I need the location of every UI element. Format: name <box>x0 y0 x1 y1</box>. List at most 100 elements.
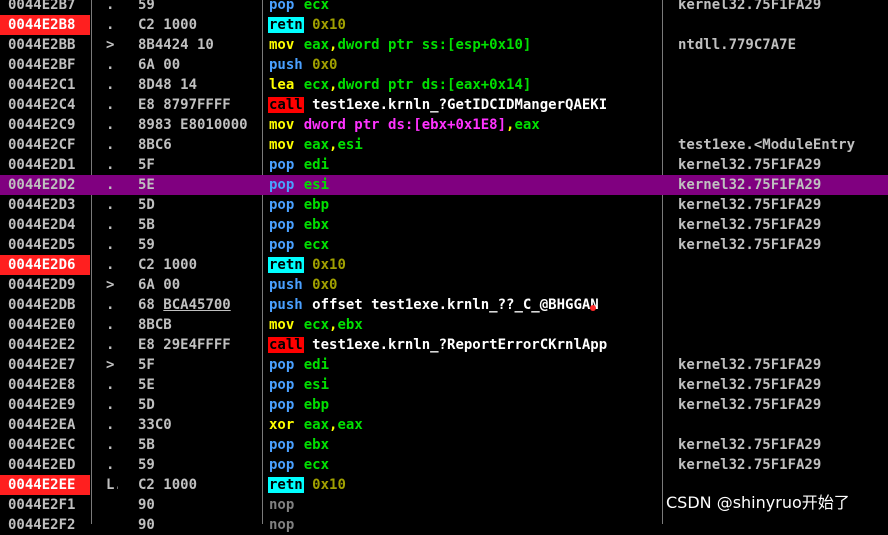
instruction-row[interactable]: 0044E2E2. E8 29E4FFFF call test1exe.krnln_… <box>0 335 888 355</box>
instruction-row[interactable]: 0044E2C9. 8983 E8010000 mov dword ptr ds:[… <box>0 115 888 135</box>
disassembly-text[interactable]: pop esi <box>268 175 661 195</box>
hex-bytes-text: 59 <box>138 0 155 13</box>
hex-bytes-text: 8BC6 <box>138 137 172 153</box>
instruction-row[interactable]: 0044E2F2 90 nop <box>0 515 888 535</box>
breakpoint-address[interactable]: 0044E2B8 <box>0 15 90 35</box>
jump-marker: . <box>106 417 115 433</box>
mnemonic: pop <box>269 217 295 233</box>
instruction-address[interactable]: 0044E2E9 <box>8 395 88 415</box>
operand: edi <box>303 357 330 373</box>
instruction-row[interactable]: 0044E2B8. C2 1000 retn 0x10 <box>0 15 888 35</box>
instruction-address[interactable]: 0044E2D4 <box>8 215 88 235</box>
instruction-row[interactable]: 0044E2D1. 5F pop edi kernel32.75F1FA29 <box>0 155 888 175</box>
instruction-row[interactable]: 0044E2BF. 6A 00 push 0x0 <box>0 55 888 75</box>
watermark: CSDN @shinyruo开始了 <box>666 493 850 512</box>
instruction-address[interactable]: 0044E2D3 <box>8 195 88 215</box>
disassembly-text[interactable]: pop ecx <box>268 235 661 255</box>
disassembly-text[interactable]: pop ecx <box>268 0 661 15</box>
disassembly-text[interactable]: pop ebx <box>268 215 661 235</box>
instruction-row[interactable]: 0044E2D6. C2 1000 retn 0x10 <box>0 255 888 275</box>
mnemonic: mov <box>269 117 295 133</box>
disassembly-text[interactable]: pop ecx <box>268 455 661 475</box>
operand: 0x10 <box>312 477 346 493</box>
jump-marker: . <box>106 437 115 453</box>
disassembly-text[interactable]: retn 0x10 <box>268 15 661 35</box>
disassembly-text[interactable]: nop <box>268 515 661 535</box>
breakpoint-address[interactable]: 0044E2EE <box>0 475 90 495</box>
instruction-address[interactable]: 0044E2EA <box>8 415 88 435</box>
selected-instruction-row[interactable]: 0044E2D2. 5E pop esi kernel32.75F1FA29 <box>0 175 888 195</box>
instruction-row[interactable]: 0044E2D3. 5D pop ebp kernel32.75F1FA29 <box>0 195 888 215</box>
instruction-address[interactable]: 0044E2ED <box>8 455 88 475</box>
disassembly-text[interactable]: mov eax,dword ptr ss:[esp+0x10] <box>268 35 661 55</box>
jump-marker: . <box>106 297 115 313</box>
instruction-row[interactable]: 0044E2DB. 68 BCA45700 push offset test1exe… <box>0 295 888 315</box>
disassembly-text[interactable]: call test1exe.krnln_?GetIDCIDMangerQAEKI <box>268 95 661 115</box>
instruction-address[interactable]: 0044E2C1 <box>8 75 88 95</box>
hex-bytes: 33C0 <box>138 415 260 435</box>
instruction-row[interactable]: 0044E2D4. 5B pop ebx kernel32.75F1FA29 <box>0 215 888 235</box>
instruction-address[interactable]: 0044E2E2 <box>8 335 88 355</box>
instruction-row[interactable]: 0044E2C1. 8D48 14 lea ecx,dword ptr ds:[ea… <box>0 75 888 95</box>
instruction-address[interactable]: 0044E2EC <box>8 435 88 455</box>
instruction-address[interactable]: 0044E2E7 <box>8 355 88 375</box>
disassembly-text[interactable]: nop <box>268 495 661 515</box>
disassembly-text[interactable]: pop edi <box>268 155 661 175</box>
instruction-row[interactable]: 0044E2D5. 59 pop ecx kernel32.75F1FA29 <box>0 235 888 255</box>
instruction-address[interactable]: 0044E2E0 <box>8 315 88 335</box>
instruction-address[interactable]: 0044E2C4 <box>8 95 88 115</box>
disassembly-text[interactable]: mov eax,esi <box>268 135 661 155</box>
instruction-address[interactable]: 0044E2F1 <box>8 495 88 515</box>
instruction-address[interactable]: 0044E2C9 <box>8 115 88 135</box>
disassembly-text[interactable]: push offset test1exe.krnln_??_C_@BHGGAN <box>268 295 661 315</box>
instruction-address[interactable]: 0044E2DB <box>8 295 88 315</box>
instruction-row[interactable]: 0044E2E9. 5D pop ebp kernel32.75F1FA29 <box>0 395 888 415</box>
disassembly-text[interactable]: lea ecx,dword ptr ds:[eax+0x14] <box>268 75 661 95</box>
instruction-address[interactable]: 0044E2D2 <box>8 175 88 195</box>
instruction-address[interactable]: 0044E2D5 <box>8 235 88 255</box>
hex-bytes-text: E8 29E4FFFF <box>138 337 231 353</box>
instruction-address[interactable]: 0044E2D1 <box>8 155 88 175</box>
instruction-row[interactable]: 0044E2C4. E8 8797FFFF call test1exe.krnln_… <box>0 95 888 115</box>
disassembly-text[interactable]: pop esi <box>268 375 661 395</box>
disassembly-text[interactable]: push 0x0 <box>268 55 661 75</box>
disassembly-text[interactable]: push 0x0 <box>268 275 661 295</box>
hex-bytes: 8D48 14 <box>138 75 260 95</box>
instruction-address[interactable]: 0044E2F2 <box>8 515 88 535</box>
disassembly-text[interactable]: call test1exe.krnln_?ReportErrorCKrnlApp <box>268 335 661 355</box>
mnemonic: call <box>268 337 304 353</box>
breakpoint-address[interactable]: 0044E2D6 <box>0 255 90 275</box>
instruction-row[interactable]: 0044E2CF. 8BC6 mov eax,esi test1exe.<Module… <box>0 135 888 155</box>
disassembly-text[interactable]: pop ebp <box>268 195 661 215</box>
hex-bytes: 5D <box>138 395 260 415</box>
instruction-row[interactable]: 0044E2EA. 33C0 xor eax,eax <box>0 415 888 435</box>
jump-marker: . <box>106 137 115 153</box>
instruction-row[interactable]: 0044E2E0. 8BCB mov ecx,ebx <box>0 315 888 335</box>
instruction-row[interactable]: 0044E2BB >8B4424 10 mov eax,dword ptr ss:[… <box>0 35 888 55</box>
instruction-row[interactable]: 0044E2B7. 59 pop ecx kernel32.75F1FA29 <box>0 0 888 15</box>
instruction-address[interactable]: 0044E2BB <box>8 35 88 55</box>
disassembly-text[interactable]: mov dword ptr ds:[ebx+0x1E8],eax <box>268 115 661 135</box>
instruction-row[interactable]: 0044E2D9 >6A 00 push 0x0 <box>0 275 888 295</box>
hex-bytes-text: 59 <box>138 237 155 253</box>
disassembly-text[interactable]: retn 0x10 <box>268 475 661 495</box>
instruction-row[interactable]: 0044E2E8. 5E pop esi kernel32.75F1FA29 <box>0 375 888 395</box>
operand: dword ptr ds:[eax+0x14] <box>337 77 532 93</box>
jump-marker: > <box>106 357 115 373</box>
disassembly-text[interactable]: pop edi <box>268 355 661 375</box>
disassembly-text[interactable]: retn 0x10 <box>268 255 661 275</box>
mnemonic: pop <box>269 177 295 193</box>
instruction-row[interactable]: 0044E2ED. 59 pop ecx kernel32.75F1FA29 <box>0 455 888 475</box>
disassembly-text[interactable]: xor eax,eax <box>268 415 661 435</box>
instruction-address[interactable]: 0044E2CF <box>8 135 88 155</box>
instruction-row[interactable]: 0044E2E7 >5F pop edi kernel32.75F1FA29 <box>0 355 888 375</box>
disassembly-text[interactable]: pop ebx <box>268 435 661 455</box>
instruction-address[interactable]: 0044E2E8 <box>8 375 88 395</box>
operand: 0x0 <box>312 277 338 293</box>
disassembly-text[interactable]: mov ecx,ebx <box>268 315 661 335</box>
instruction-address[interactable]: 0044E2BF <box>8 55 88 75</box>
instruction-address[interactable]: 0044E2B7 <box>8 0 88 15</box>
instruction-row[interactable]: 0044E2EC. 5B pop ebx kernel32.75F1FA29 <box>0 435 888 455</box>
instruction-address[interactable]: 0044E2D9 <box>8 275 88 295</box>
disassembly-text[interactable]: pop ebp <box>268 395 661 415</box>
